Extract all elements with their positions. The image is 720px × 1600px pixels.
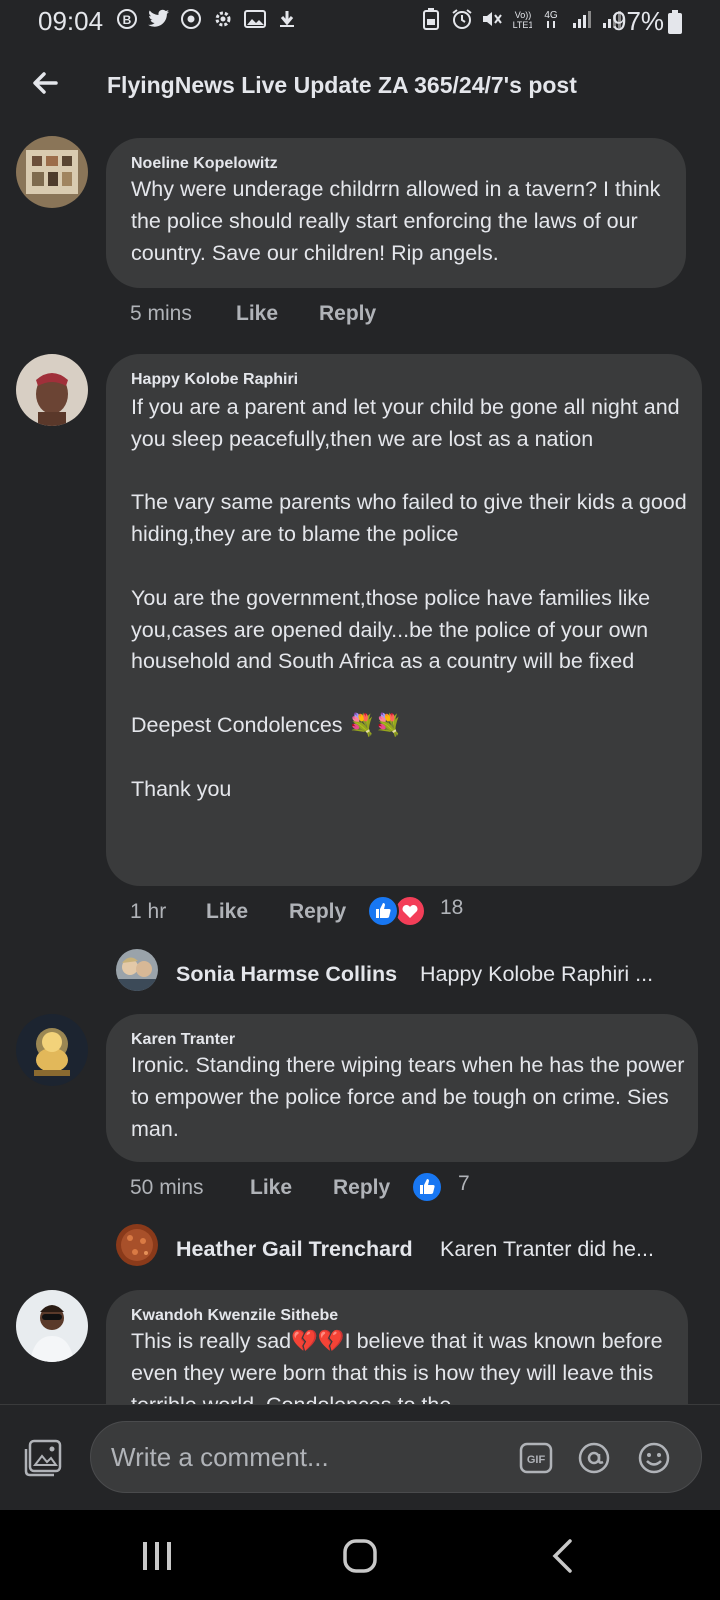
comment-author[interactable]: Kwandoh Kwenzile Sithebe	[131, 1307, 338, 1325]
svg-text:B: B	[123, 13, 132, 27]
reply-snippet[interactable]: Karen Tranter did he...	[440, 1237, 654, 1262]
comment-bubble[interactable]: Kwandoh Kwenzile Sithebe This is really …	[106, 1290, 688, 1404]
photo-attach-icon[interactable]	[24, 1439, 64, 1482]
comment-bubble[interactable]: Happy Kolobe Raphiri If you are a parent…	[106, 354, 702, 886]
comment-author[interactable]: Noeline Kopelowitz	[131, 155, 278, 173]
reply-snippet[interactable]: Happy Kolobe Raphiri ...	[420, 962, 653, 987]
svg-text:Vo)): Vo))	[515, 10, 532, 20]
comment-text: Ironic. Standing there wiping tears when…	[131, 1053, 685, 1141]
like-reaction-icon[interactable]	[410, 1170, 446, 1204]
page-title: FlyingNews Live Update ZA 365/24/7's pos…	[107, 72, 577, 98]
settings-gear-icon	[212, 8, 234, 30]
b-app-icon: B	[116, 8, 138, 30]
comment-clip-region: Kwandoh Kwenzile Sithebe This is really …	[0, 1280, 720, 1404]
twitter-icon	[148, 8, 170, 30]
mute-icon	[480, 8, 502, 30]
volte-icon: Vo)) LTE1	[510, 8, 532, 30]
comment-input[interactable]: Write a comment... GIF	[90, 1421, 702, 1493]
comment-bubble[interactable]: Noeline Kopelowitz Why were underage chi…	[106, 138, 686, 288]
reply-avatar[interactable]	[116, 949, 158, 991]
avatar[interactable]	[16, 1290, 88, 1362]
reply-button[interactable]: Reply	[333, 1176, 390, 1200]
svg-text:4G: 4G	[544, 10, 558, 21]
back-nav-icon[interactable]	[550, 1538, 574, 1579]
gallery-icon	[244, 8, 266, 30]
back-arrow-icon[interactable]	[30, 68, 60, 98]
like-button[interactable]: Like	[250, 1176, 292, 1200]
system-icons: Vo)) LTE1 4G	[420, 8, 622, 30]
reply-author[interactable]: Heather Gail Trenchard	[176, 1237, 413, 1262]
comment-time: 1 hr	[130, 900, 167, 923]
reply-button[interactable]: Reply	[289, 900, 346, 924]
system-nav-bar	[0, 1510, 720, 1600]
signal-icon-1	[570, 8, 592, 30]
home-icon[interactable]	[342, 1538, 378, 1579]
gif-icon[interactable]: GIF	[519, 1442, 553, 1479]
4g-icon: 4G	[540, 8, 562, 30]
notification-icons: B	[116, 8, 298, 30]
reply-avatar[interactable]	[116, 1224, 158, 1266]
mention-icon[interactable]	[577, 1442, 611, 1479]
emoji-icon[interactable]	[637, 1442, 671, 1479]
battery-percent: 97%	[612, 6, 665, 36]
avatar[interactable]	[16, 354, 88, 426]
comment-author[interactable]: Happy Kolobe Raphiri	[131, 371, 298, 389]
avatar[interactable]	[16, 136, 88, 208]
reactions[interactable]	[366, 894, 430, 928]
reply-author[interactable]: Sonia Harmse Collins	[176, 962, 397, 987]
status-bar: 09:04 B Vo)) LTE1 4G 97%	[0, 0, 720, 44]
like-button[interactable]: Like	[236, 302, 278, 326]
reaction-count[interactable]: 18	[440, 896, 463, 920]
svg-text:LTE1: LTE1	[513, 20, 532, 30]
comment-text: If you are a parent and let your child b…	[131, 395, 687, 801]
comment-time: 50 mins	[130, 1176, 204, 1199]
comment-bubble[interactable]: Karen Tranter Ironic. Standing there wip…	[106, 1014, 698, 1162]
chrome-icon	[180, 8, 202, 30]
download-icon	[276, 8, 298, 30]
reply-button[interactable]: Reply	[319, 302, 376, 326]
avatar[interactable]	[16, 1014, 88, 1086]
status-time: 09:04	[38, 6, 104, 36]
comment-text: Why were underage childrrn allowed in a …	[131, 177, 661, 265]
alarm-icon	[450, 8, 472, 30]
comment-text: This is really sad💔💔I believe that it wa…	[131, 1329, 663, 1404]
svg-text:GIF: GIF	[527, 1454, 546, 1466]
like-button[interactable]: Like	[206, 900, 248, 924]
reaction-count[interactable]: 7	[458, 1172, 470, 1196]
comment-time: 5 mins	[130, 302, 192, 325]
comment-placeholder: Write a comment...	[111, 1442, 329, 1472]
lock-battery-icon	[420, 8, 442, 30]
comment-composer: Write a comment... GIF	[0, 1404, 720, 1511]
recent-apps-icon[interactable]	[140, 1540, 174, 1577]
battery-icon	[668, 10, 682, 39]
comment-author[interactable]: Karen Tranter	[131, 1031, 235, 1049]
